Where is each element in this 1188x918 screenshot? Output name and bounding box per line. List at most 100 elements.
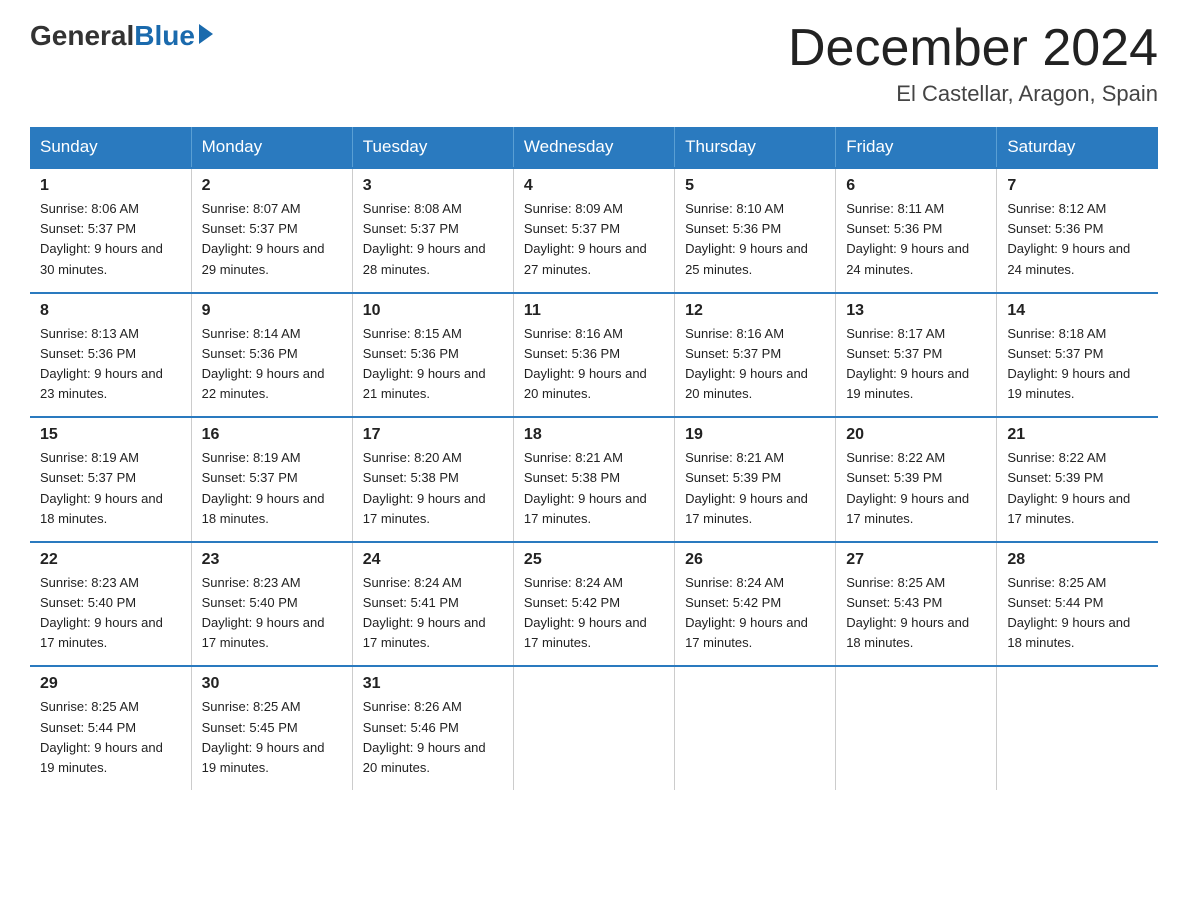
day-number: 2 [202, 177, 342, 195]
weekday-header-sunday: Sunday [30, 127, 191, 168]
day-info: Sunrise: 8:17 AMSunset: 5:37 PMDaylight:… [846, 324, 986, 405]
page-header: General Blue December 2024 El Castellar,… [30, 20, 1158, 107]
calendar-cell: 23 Sunrise: 8:23 AMSunset: 5:40 PMDaylig… [191, 542, 352, 667]
calendar-cell [997, 666, 1158, 790]
day-number: 15 [40, 426, 181, 444]
weekday-header-tuesday: Tuesday [352, 127, 513, 168]
weekday-header-saturday: Saturday [997, 127, 1158, 168]
day-number: 7 [1007, 177, 1148, 195]
calendar-table: SundayMondayTuesdayWednesdayThursdayFrid… [30, 127, 1158, 790]
day-info: Sunrise: 8:22 AMSunset: 5:39 PMDaylight:… [846, 448, 986, 529]
day-number: 1 [40, 177, 181, 195]
day-info: Sunrise: 8:24 AMSunset: 5:41 PMDaylight:… [363, 573, 503, 654]
day-info: Sunrise: 8:12 AMSunset: 5:36 PMDaylight:… [1007, 199, 1148, 280]
day-info: Sunrise: 8:24 AMSunset: 5:42 PMDaylight:… [524, 573, 664, 654]
day-info: Sunrise: 8:21 AMSunset: 5:38 PMDaylight:… [524, 448, 664, 529]
location-text: El Castellar, Aragon, Spain [788, 81, 1158, 107]
calendar-cell: 26 Sunrise: 8:24 AMSunset: 5:42 PMDaylig… [675, 542, 836, 667]
day-number: 21 [1007, 426, 1148, 444]
day-info: Sunrise: 8:10 AMSunset: 5:36 PMDaylight:… [685, 199, 825, 280]
logo-blue-text: Blue [134, 20, 195, 52]
day-info: Sunrise: 8:22 AMSunset: 5:39 PMDaylight:… [1007, 448, 1148, 529]
day-number: 20 [846, 426, 986, 444]
day-info: Sunrise: 8:21 AMSunset: 5:39 PMDaylight:… [685, 448, 825, 529]
day-number: 8 [40, 302, 181, 320]
day-number: 13 [846, 302, 986, 320]
day-info: Sunrise: 8:09 AMSunset: 5:37 PMDaylight:… [524, 199, 664, 280]
day-number: 17 [363, 426, 503, 444]
day-number: 25 [524, 551, 664, 569]
day-number: 4 [524, 177, 664, 195]
calendar-cell [513, 666, 674, 790]
day-info: Sunrise: 8:25 AMSunset: 5:43 PMDaylight:… [846, 573, 986, 654]
day-number: 18 [524, 426, 664, 444]
day-info: Sunrise: 8:06 AMSunset: 5:37 PMDaylight:… [40, 199, 181, 280]
logo-triangle-icon [199, 24, 213, 44]
logo: General Blue [30, 20, 213, 52]
calendar-cell: 18 Sunrise: 8:21 AMSunset: 5:38 PMDaylig… [513, 417, 674, 542]
calendar-cell: 1 Sunrise: 8:06 AMSunset: 5:37 PMDayligh… [30, 168, 191, 293]
weekday-header-wednesday: Wednesday [513, 127, 674, 168]
calendar-cell: 8 Sunrise: 8:13 AMSunset: 5:36 PMDayligh… [30, 293, 191, 418]
calendar-cell: 31 Sunrise: 8:26 AMSunset: 5:46 PMDaylig… [352, 666, 513, 790]
calendar-cell: 25 Sunrise: 8:24 AMSunset: 5:42 PMDaylig… [513, 542, 674, 667]
day-number: 27 [846, 551, 986, 569]
calendar-cell: 15 Sunrise: 8:19 AMSunset: 5:37 PMDaylig… [30, 417, 191, 542]
weekday-header-monday: Monday [191, 127, 352, 168]
calendar-cell: 9 Sunrise: 8:14 AMSunset: 5:36 PMDayligh… [191, 293, 352, 418]
calendar-cell [675, 666, 836, 790]
calendar-cell [836, 666, 997, 790]
calendar-cell: 30 Sunrise: 8:25 AMSunset: 5:45 PMDaylig… [191, 666, 352, 790]
day-info: Sunrise: 8:18 AMSunset: 5:37 PMDaylight:… [1007, 324, 1148, 405]
calendar-header: SundayMondayTuesdayWednesdayThursdayFrid… [30, 127, 1158, 168]
day-number: 23 [202, 551, 342, 569]
calendar-week-row: 22 Sunrise: 8:23 AMSunset: 5:40 PMDaylig… [30, 542, 1158, 667]
calendar-cell: 13 Sunrise: 8:17 AMSunset: 5:37 PMDaylig… [836, 293, 997, 418]
day-info: Sunrise: 8:16 AMSunset: 5:37 PMDaylight:… [685, 324, 825, 405]
calendar-cell: 12 Sunrise: 8:16 AMSunset: 5:37 PMDaylig… [675, 293, 836, 418]
day-number: 19 [685, 426, 825, 444]
calendar-cell: 5 Sunrise: 8:10 AMSunset: 5:36 PMDayligh… [675, 168, 836, 293]
day-info: Sunrise: 8:07 AMSunset: 5:37 PMDaylight:… [202, 199, 342, 280]
day-info: Sunrise: 8:08 AMSunset: 5:37 PMDaylight:… [363, 199, 503, 280]
logo-blue-box: Blue [134, 20, 213, 52]
day-number: 6 [846, 177, 986, 195]
calendar-cell: 21 Sunrise: 8:22 AMSunset: 5:39 PMDaylig… [997, 417, 1158, 542]
day-info: Sunrise: 8:23 AMSunset: 5:40 PMDaylight:… [202, 573, 342, 654]
calendar-week-row: 1 Sunrise: 8:06 AMSunset: 5:37 PMDayligh… [30, 168, 1158, 293]
day-number: 22 [40, 551, 181, 569]
weekday-header-friday: Friday [836, 127, 997, 168]
day-number: 3 [363, 177, 503, 195]
calendar-cell: 24 Sunrise: 8:24 AMSunset: 5:41 PMDaylig… [352, 542, 513, 667]
calendar-cell: 11 Sunrise: 8:16 AMSunset: 5:36 PMDaylig… [513, 293, 674, 418]
day-number: 12 [685, 302, 825, 320]
calendar-cell: 16 Sunrise: 8:19 AMSunset: 5:37 PMDaylig… [191, 417, 352, 542]
calendar-cell: 4 Sunrise: 8:09 AMSunset: 5:37 PMDayligh… [513, 168, 674, 293]
day-info: Sunrise: 8:23 AMSunset: 5:40 PMDaylight:… [40, 573, 181, 654]
day-info: Sunrise: 8:16 AMSunset: 5:36 PMDaylight:… [524, 324, 664, 405]
day-number: 5 [685, 177, 825, 195]
day-info: Sunrise: 8:24 AMSunset: 5:42 PMDaylight:… [685, 573, 825, 654]
calendar-cell: 14 Sunrise: 8:18 AMSunset: 5:37 PMDaylig… [997, 293, 1158, 418]
day-info: Sunrise: 8:26 AMSunset: 5:46 PMDaylight:… [363, 697, 503, 778]
day-info: Sunrise: 8:25 AMSunset: 5:44 PMDaylight:… [40, 697, 181, 778]
calendar-body: 1 Sunrise: 8:06 AMSunset: 5:37 PMDayligh… [30, 168, 1158, 790]
day-info: Sunrise: 8:15 AMSunset: 5:36 PMDaylight:… [363, 324, 503, 405]
calendar-cell: 6 Sunrise: 8:11 AMSunset: 5:36 PMDayligh… [836, 168, 997, 293]
calendar-cell: 10 Sunrise: 8:15 AMSunset: 5:36 PMDaylig… [352, 293, 513, 418]
day-info: Sunrise: 8:20 AMSunset: 5:38 PMDaylight:… [363, 448, 503, 529]
day-number: 28 [1007, 551, 1148, 569]
calendar-cell: 29 Sunrise: 8:25 AMSunset: 5:44 PMDaylig… [30, 666, 191, 790]
day-number: 14 [1007, 302, 1148, 320]
month-title: December 2024 [788, 20, 1158, 77]
calendar-cell: 7 Sunrise: 8:12 AMSunset: 5:36 PMDayligh… [997, 168, 1158, 293]
day-number: 24 [363, 551, 503, 569]
day-number: 30 [202, 675, 342, 693]
calendar-week-row: 15 Sunrise: 8:19 AMSunset: 5:37 PMDaylig… [30, 417, 1158, 542]
day-number: 16 [202, 426, 342, 444]
calendar-cell: 2 Sunrise: 8:07 AMSunset: 5:37 PMDayligh… [191, 168, 352, 293]
weekday-row: SundayMondayTuesdayWednesdayThursdayFrid… [30, 127, 1158, 168]
day-number: 10 [363, 302, 503, 320]
calendar-cell: 19 Sunrise: 8:21 AMSunset: 5:39 PMDaylig… [675, 417, 836, 542]
calendar-cell: 27 Sunrise: 8:25 AMSunset: 5:43 PMDaylig… [836, 542, 997, 667]
